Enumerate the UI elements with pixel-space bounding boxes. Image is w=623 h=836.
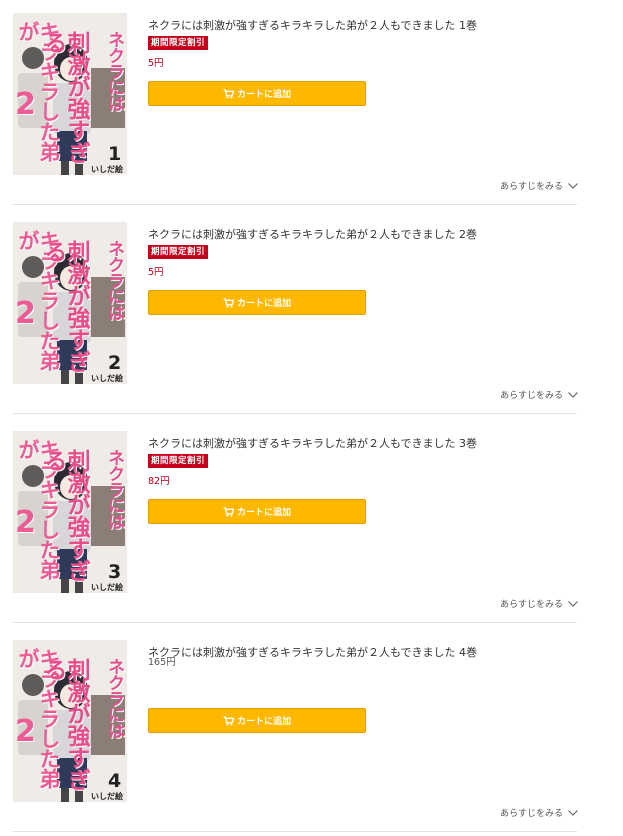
- chevron-down-icon: [568, 809, 578, 816]
- cover-author: いしだ絵里: [91, 583, 123, 592]
- cover-title-number: 2: [15, 296, 36, 331]
- limited-discount-badge: 期間限定割引: [148, 245, 209, 259]
- cover-title-number: 2: [15, 87, 36, 122]
- book-cover[interactable]: キラキラした弟が 刺激が強すぎる ネクラには 2 4 いしだ絵里: [13, 640, 127, 802]
- cover-title-number: 2: [15, 505, 36, 540]
- book-cover[interactable]: キラキラした弟が 刺激が強すぎる ネクラには 2 2 いしだ絵里: [13, 222, 127, 384]
- add-to-cart-button[interactable]: カートに追加: [148, 290, 366, 315]
- cover-volume-number: 1: [108, 143, 122, 165]
- cover-title-center: 刺激が強すぎる: [40, 31, 89, 163]
- product-title[interactable]: ネクラには刺激が強すぎるキラキラした弟が２人もできました 3巻: [148, 435, 477, 451]
- synopsis-toggle[interactable]: あらすじをみる: [500, 597, 578, 610]
- list-item: キラキラした弟が 刺激が強すぎる ネクラには 2 2 いしだ絵里 ネクラには刺激…: [0, 209, 623, 418]
- synopsis-label: あらすじをみる: [500, 391, 563, 401]
- add-to-cart-label: カートに追加: [236, 717, 291, 727]
- divider: [13, 413, 577, 414]
- product-list: キラキラした弟が 刺激が強すぎる ネクラには 2 1 いしだ絵里 ネクラには刺激…: [0, 0, 623, 832]
- cover-title-center: 刺激が強すぎる: [40, 449, 89, 581]
- divider: [13, 204, 577, 205]
- cover-volume-number: 2: [108, 352, 122, 374]
- book-cover[interactable]: キラキラした弟が 刺激が強すぎる ネクラには 2 1 いしだ絵里: [13, 13, 127, 175]
- synopsis-toggle[interactable]: あらすじをみる: [500, 179, 578, 192]
- cart-icon: [223, 88, 234, 99]
- synopsis-toggle[interactable]: あらすじをみる: [500, 388, 578, 401]
- synopsis-label: あらすじをみる: [500, 600, 563, 610]
- add-to-cart-button[interactable]: カートに追加: [148, 499, 366, 524]
- add-to-cart-button[interactable]: カートに追加: [148, 708, 366, 733]
- cover-author: いしだ絵里: [91, 165, 123, 174]
- cart-icon: [223, 506, 234, 517]
- cover-title-center: 刺激が強すぎる: [40, 658, 89, 790]
- cover-author: いしだ絵里: [91, 792, 123, 801]
- price: 82円: [148, 476, 170, 487]
- cover-title-right: ネクラには: [104, 658, 124, 738]
- cover-title-right: ネクラには: [104, 240, 124, 320]
- synopsis-toggle[interactable]: あらすじをみる: [500, 806, 578, 819]
- limited-discount-badge: 期間限定割引: [148, 454, 209, 468]
- cover-volume-number: 4: [108, 770, 122, 792]
- cart-icon: [223, 715, 234, 726]
- chevron-down-icon: [568, 182, 578, 189]
- add-to-cart-button[interactable]: カートに追加: [148, 81, 366, 106]
- limited-discount-badge: 期間限定割引: [148, 36, 209, 50]
- list-item: キラキラした弟が 刺激が強すぎる ネクラには 2 3 いしだ絵里 ネクラには刺激…: [0, 418, 623, 627]
- cover-volume-number: 3: [108, 561, 122, 583]
- cover-author: いしだ絵里: [91, 374, 123, 383]
- divider: [13, 622, 577, 623]
- price: 5円: [148, 58, 164, 69]
- synopsis-label: あらすじをみる: [500, 182, 563, 192]
- product-title[interactable]: ネクラには刺激が強すぎるキラキラした弟が２人もできました 4巻: [148, 644, 477, 660]
- chevron-down-icon: [568, 600, 578, 607]
- cover-title-right: ネクラには: [104, 31, 124, 111]
- product-title[interactable]: ネクラには刺激が強すぎるキラキラした弟が２人もできました 1巻: [148, 17, 477, 33]
- chevron-down-icon: [568, 391, 578, 398]
- list-item: キラキラした弟が 刺激が強すぎる ネクラには 2 1 いしだ絵里 ネクラには刺激…: [0, 0, 623, 209]
- cover-title-center: 刺激が強すぎる: [40, 240, 89, 372]
- list-item: キラキラした弟が 刺激が強すぎる ネクラには 2 4 いしだ絵里 ネクラには刺激…: [0, 627, 623, 836]
- cover-title-number: 2: [15, 714, 36, 749]
- cover-title-right: ネクラには: [104, 449, 124, 529]
- add-to-cart-label: カートに追加: [236, 299, 291, 309]
- price: 165円: [148, 657, 176, 668]
- cart-icon: [223, 297, 234, 308]
- price: 5円: [148, 267, 164, 278]
- book-cover[interactable]: キラキラした弟が 刺激が強すぎる ネクラには 2 3 いしだ絵里: [13, 431, 127, 593]
- product-title[interactable]: ネクラには刺激が強すぎるキラキラした弟が２人もできました 2巻: [148, 226, 477, 242]
- add-to-cart-label: カートに追加: [236, 508, 291, 518]
- divider: [13, 831, 577, 832]
- add-to-cart-label: カートに追加: [236, 90, 291, 100]
- synopsis-label: あらすじをみる: [500, 809, 563, 819]
